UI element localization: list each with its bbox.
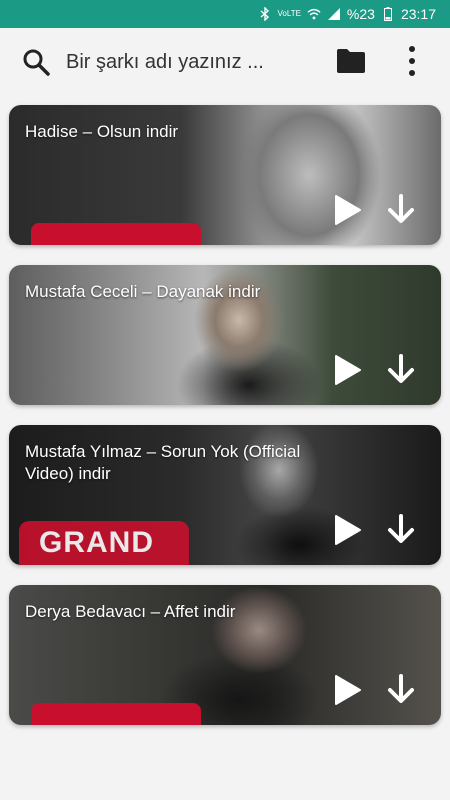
battery-percent: %23 [346, 6, 375, 22]
volte-label: VoLTE [277, 9, 301, 18]
song-card[interactable]: Derya Bedavacı – Affet indir [9, 585, 441, 725]
song-title: Mustafa Ceceli – Dayanak indir [25, 282, 261, 301]
status-bar: VoLTE %23 23:17 [0, 0, 450, 28]
song-card[interactable]: GRAND Mustafa Yılmaz – Sorun Yok (Offici… [9, 425, 441, 565]
play-icon[interactable] [333, 193, 363, 227]
volte-indicator: VoLTE [278, 10, 301, 18]
song-card[interactable]: Hadise – Olsun indir [9, 105, 441, 245]
play-icon[interactable] [333, 673, 363, 707]
clock: 23:17 [400, 6, 436, 22]
battery-icon [381, 7, 395, 21]
folder-icon[interactable] [336, 48, 366, 74]
search-input[interactable] [66, 44, 316, 80]
signal-icon [327, 7, 341, 21]
download-icon[interactable] [385, 353, 417, 387]
thumbnail-badge [31, 703, 201, 725]
play-icon[interactable] [333, 513, 363, 547]
thumbnail-badge: GRAND [19, 521, 189, 565]
song-title: Mustafa Yılmaz – Sorun Yok (Official Vid… [25, 442, 301, 483]
song-card[interactable]: Mustafa Ceceli – Dayanak indir [9, 265, 441, 405]
download-icon[interactable] [385, 673, 417, 707]
wifi-icon [307, 7, 321, 21]
play-icon[interactable] [333, 353, 363, 387]
more-vert-icon[interactable] [404, 44, 420, 78]
download-icon[interactable] [385, 513, 417, 547]
bluetooth-icon [258, 7, 272, 21]
search-icon[interactable] [22, 48, 50, 76]
song-title: Hadise – Olsun indir [25, 122, 179, 141]
download-icon[interactable] [385, 193, 417, 227]
thumbnail-badge [31, 223, 201, 245]
app-toolbar [0, 28, 450, 98]
song-title: Derya Bedavacı – Affet indir [25, 602, 236, 621]
